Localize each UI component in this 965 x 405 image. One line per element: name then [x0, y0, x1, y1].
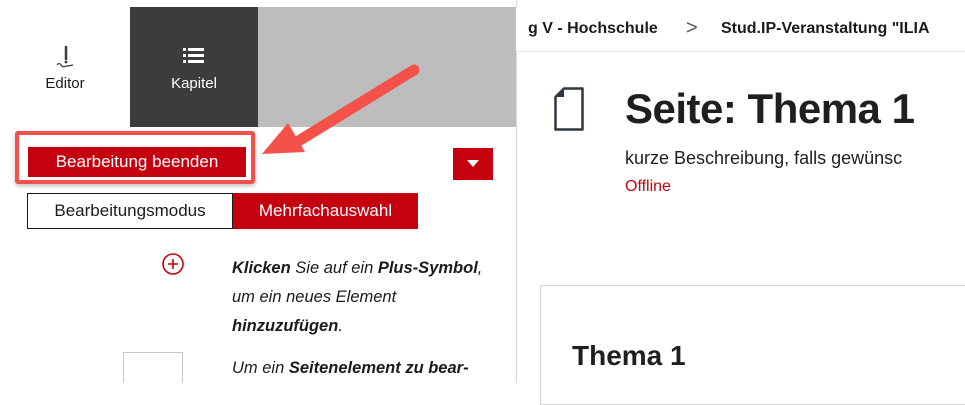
multi-select-button[interactable]: Mehrfachauswahl — [233, 193, 418, 229]
tab-kapitel-label: Kapitel — [171, 75, 217, 92]
help-text-part1: Sie auf ein — [290, 259, 378, 277]
help-text-edit-element: Um ein Seitenelement zu bear- — [232, 354, 502, 383]
breadcrumb-separator-icon: > — [686, 17, 698, 39]
breadcrumb-item-hochschule[interactable]: g V - Hochschule — [528, 20, 658, 38]
tab-editor[interactable]: Editor — [0, 7, 130, 127]
help-text-part3: . — [338, 317, 343, 335]
edit-mode-button[interactable]: Bearbeitungsmodus — [27, 193, 233, 229]
page-status: Offline — [625, 178, 671, 195]
list-icon — [130, 45, 258, 69]
help-plus-word: Plus-Symbol — [377, 259, 478, 277]
breadcrumb: g V - Hochschule > Stud.IP-Veranstaltung… — [516, 7, 965, 52]
tab-bar-filler — [258, 7, 516, 127]
tab-kapitel[interactable]: Kapitel — [130, 7, 258, 127]
breadcrumb-item-course[interactable]: Stud.IP-Veranstaltung "ILIA — [721, 20, 930, 38]
content-heading[interactable]: Thema 1 — [572, 340, 686, 372]
plus-circle-icon[interactable] — [161, 252, 185, 276]
help-line2-bold: Seitenelement zu bear- — [288, 359, 469, 377]
page-element-placeholder[interactable] — [123, 352, 183, 383]
page-editor-panel: Editor Kapitel Bearbeitung beenden Bearb… — [0, 0, 517, 383]
caret-down-icon — [467, 160, 479, 167]
editor-tabs: Editor Kapitel — [0, 7, 516, 127]
tab-editor-label: Editor — [45, 75, 85, 92]
help-line2-start: Um ein — [232, 359, 289, 377]
end-editing-button[interactable]: Bearbeitung beenden — [28, 147, 246, 177]
mode-toggle-group: Bearbeitungsmodus Mehrfachauswahl — [27, 193, 418, 229]
help-click-word: Klicken — [232, 259, 291, 277]
page-description: kurze Beschreibung, falls gewünsc — [625, 148, 903, 168]
help-add-word: hinzuzufügen — [232, 317, 339, 335]
page-title: Seite: Thema 1 — [625, 85, 915, 132]
pen-icon — [0, 45, 130, 69]
help-text-add-element: Klicken Sie auf ein Plus-Symbol, um ein … — [232, 254, 502, 341]
page-icon — [554, 87, 584, 131]
options-dropdown-button[interactable] — [453, 148, 493, 180]
